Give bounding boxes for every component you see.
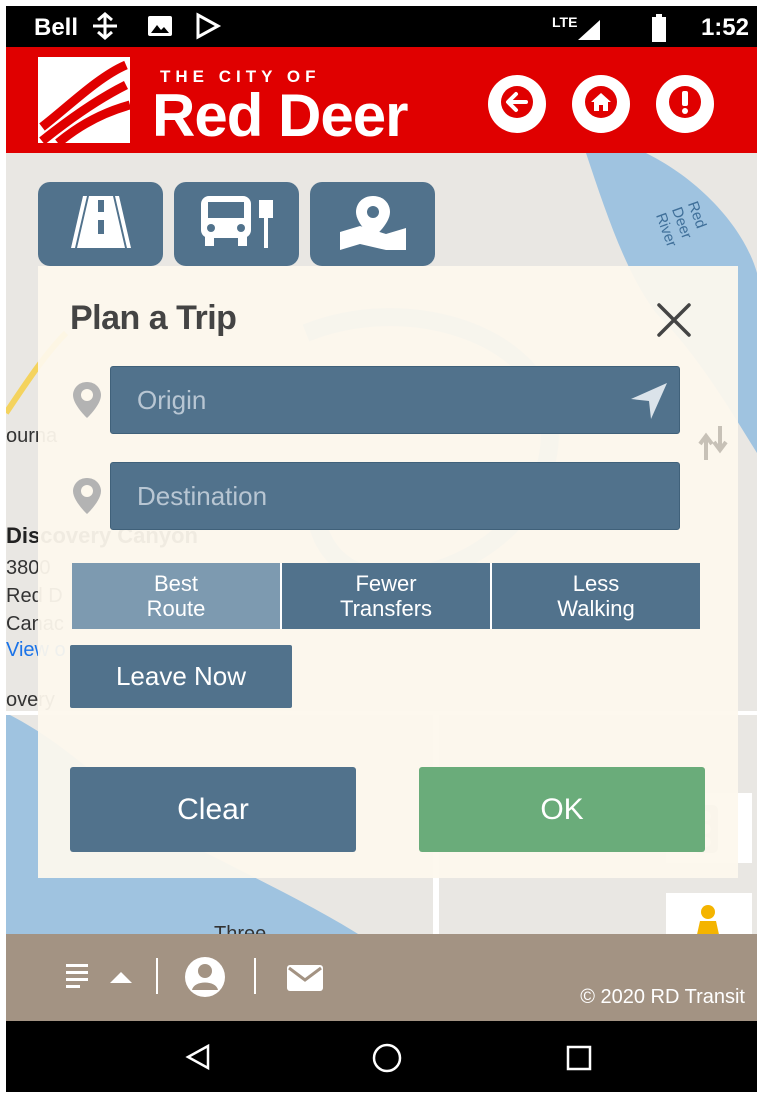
wifi-call-icon xyxy=(90,12,120,45)
app-footer: © 2020 RD Transit xyxy=(6,934,757,1021)
chevron-up-icon[interactable] xyxy=(110,970,132,989)
map-mode-button[interactable] xyxy=(310,182,435,266)
alert-button[interactable] xyxy=(656,75,714,133)
recents-square-icon[interactable] xyxy=(566,1045,592,1076)
panel-title: Plan a Trip xyxy=(70,299,237,337)
app-header: THE CITY OF Red Deer xyxy=(6,47,757,153)
origin-field[interactable] xyxy=(110,366,680,434)
route-preference-group: Best Route Fewer Transfers Less Walking xyxy=(72,563,700,629)
transit-mode-button[interactable] xyxy=(174,182,299,266)
image-icon xyxy=(146,12,174,45)
swap-icon[interactable] xyxy=(698,426,728,465)
close-icon[interactable] xyxy=(656,302,692,338)
copyright-text: © 2020 RD Transit xyxy=(580,986,745,1008)
destination-input[interactable] xyxy=(111,463,679,529)
status-bar: Bell LTE 1:52 xyxy=(6,6,757,47)
destination-pin-icon xyxy=(70,476,104,516)
system-nav-bar xyxy=(6,1021,757,1092)
home-circle-icon[interactable] xyxy=(372,1043,402,1078)
home-button[interactable] xyxy=(572,75,630,133)
pref-label-line2: Route xyxy=(146,596,206,621)
origin-pin-icon xyxy=(70,380,104,420)
footer-divider xyxy=(156,958,158,994)
footer-divider xyxy=(254,958,256,994)
map-pin-icon xyxy=(338,194,408,255)
battery-icon xyxy=(651,14,667,47)
location-arrow-icon[interactable] xyxy=(629,381,669,426)
destination-field[interactable] xyxy=(110,462,680,530)
pref-best-route[interactable]: Best Route xyxy=(72,563,282,629)
menu-icon[interactable] xyxy=(66,962,92,995)
pref-fewer-transfers[interactable]: Fewer Transfers xyxy=(282,563,492,629)
mail-icon[interactable] xyxy=(286,964,324,997)
drive-mode-button[interactable] xyxy=(38,182,163,266)
pref-label-line1: Best xyxy=(153,571,199,596)
clear-button[interactable]: Clear xyxy=(70,767,356,852)
exclamation-icon xyxy=(667,84,703,125)
origin-input[interactable] xyxy=(111,367,679,433)
carrier-label: Bell xyxy=(34,14,79,41)
pref-label-line1: Less xyxy=(572,571,620,596)
network-label: LTE xyxy=(552,14,578,30)
signal-icon xyxy=(576,18,602,47)
back-button[interactable] xyxy=(488,75,546,133)
account-icon[interactable] xyxy=(184,956,226,1003)
logo-wordmark: Red Deer xyxy=(152,82,408,149)
phone-screen: Bell LTE 1:52 THE CITY OF Red Deer Red D… xyxy=(6,6,757,1092)
arrow-left-icon xyxy=(499,84,535,125)
ok-button[interactable]: OK xyxy=(419,767,705,852)
bus-stop-icon xyxy=(197,194,277,255)
leave-now-button[interactable]: Leave Now xyxy=(70,645,292,708)
play-store-icon xyxy=(194,12,222,45)
city-logo-icon xyxy=(38,57,132,147)
pref-label-line1: Fewer xyxy=(355,571,417,596)
back-triangle-icon[interactable] xyxy=(184,1043,212,1076)
home-icon xyxy=(583,84,619,125)
pref-label-line2: Transfers xyxy=(339,596,433,621)
clock: 1:52 xyxy=(700,14,749,41)
pref-label-line2: Walking xyxy=(557,596,635,621)
pref-less-walking[interactable]: Less Walking xyxy=(492,563,700,629)
plan-trip-panel: Plan a Trip Best Route xyxy=(38,266,738,878)
road-icon xyxy=(63,195,139,253)
